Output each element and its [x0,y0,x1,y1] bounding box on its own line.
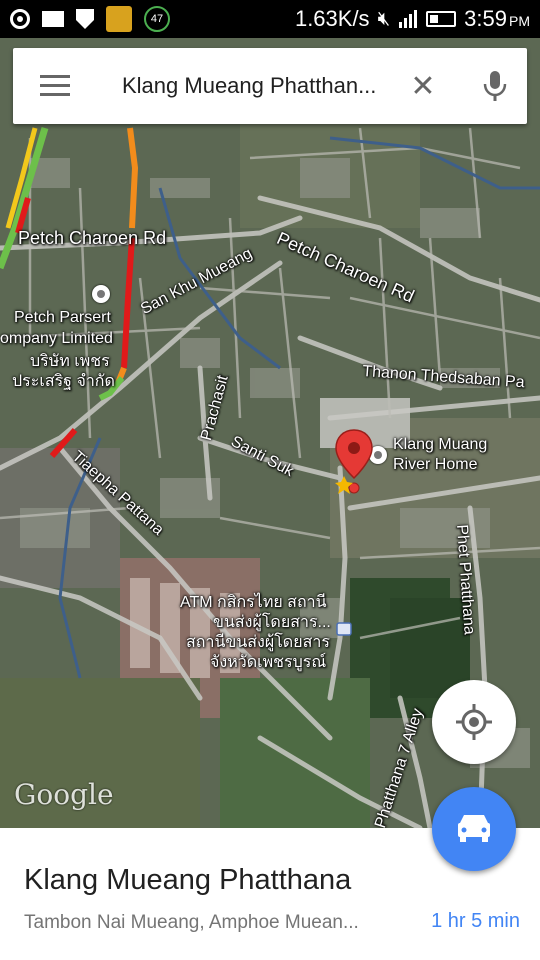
pin-icon[interactable] [334,428,374,500]
mic-icon[interactable] [480,69,510,103]
poi-label: ประเสริฐ จำกัด [12,373,115,390]
place-name: Klang Mueang Phatthana [24,864,352,896]
mail-icon [42,11,64,27]
clock-time: 3:59 [464,6,507,31]
my-location-icon [456,704,492,740]
poi-label: Petch Parsert [14,309,111,326]
menu-icon[interactable] [40,75,70,97]
place-address: Tambon Nai Mueang, Amphoe Muean... [24,912,359,933]
shield-icon [76,9,94,29]
google-logo: Google [14,778,114,811]
network-speed: 1.63K/s [294,6,370,31]
eta-label[interactable]: 1 hr 5 min [431,910,520,933]
my-location-button[interactable] [432,680,516,764]
battery-icon [426,11,457,27]
search-input[interactable]: Klang Mueang Phatthan... [122,73,394,99]
app-icon [106,6,132,32]
gps-icon [10,9,30,29]
poi-label: ompany Limited [0,330,113,347]
poi-marker[interactable] [92,285,110,303]
notification-count-badge: 47 [144,6,170,32]
search-bar[interactable]: Klang Mueang Phatthan... ✕ [13,48,527,124]
poi-label: River Home [393,456,478,473]
signal-icon [399,10,418,28]
clock-ampm: PM [509,13,530,29]
mute-icon: 🔇︎ [377,7,391,30]
close-icon[interactable]: ✕ [408,69,438,104]
car-icon [458,815,490,842]
poi-label: จังหวัดเพชรบูรณ์ [210,654,327,671]
poi-label: Klang Muang [393,436,488,453]
road-label: Petch Charoen Rd [18,228,167,248]
directions-button[interactable] [432,787,516,871]
status-bar: 47 1.63K/s 🔇︎ 3:59 PM [0,0,540,38]
